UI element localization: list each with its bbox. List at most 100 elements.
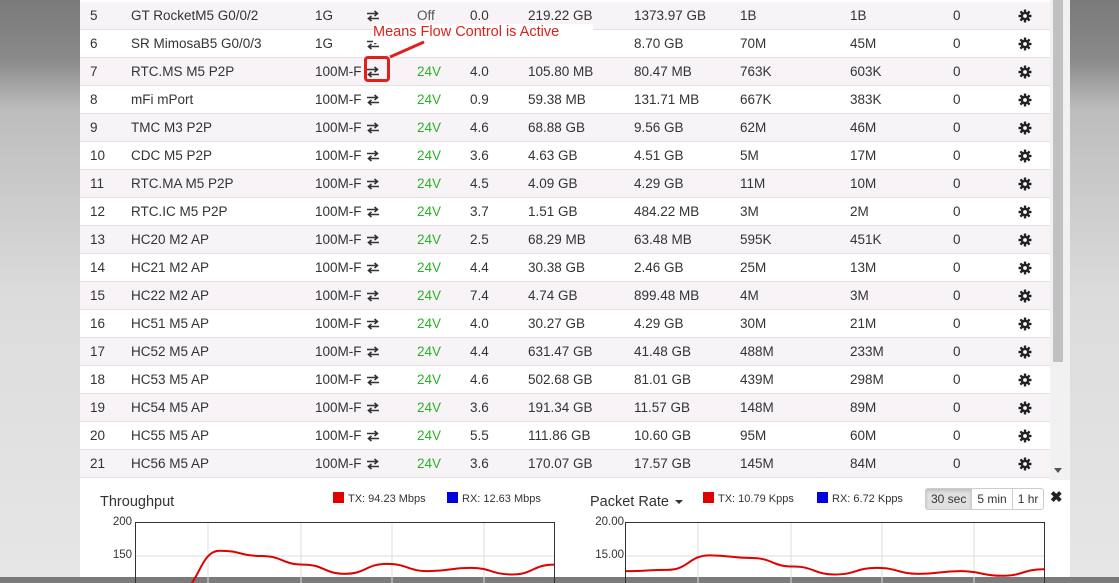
port-speed: 100M-F xyxy=(315,176,362,191)
rx-bytes: 899.48 MB xyxy=(634,288,700,303)
flow-control-icon xyxy=(366,458,380,470)
table-row: 7 RTC.MS M5 P2P 100M-F 24V 4.0 105.80 MB 80.47… xyxy=(80,58,1050,86)
poe-status: 24V xyxy=(417,260,442,275)
tx-packets: 488M xyxy=(740,344,774,359)
port-speed: 100M-F xyxy=(315,288,362,303)
rx-bytes: 1373.97 GB xyxy=(634,8,707,23)
port-speed: 100M-F xyxy=(315,372,362,387)
tx-packets: 595K xyxy=(740,232,772,247)
range-30sec-button[interactable]: 30 sec xyxy=(925,488,973,510)
tx-bytes: 30.38 GB xyxy=(528,260,586,275)
packet-rate-tx-legend: TX: 10.79 Kpps xyxy=(703,492,794,506)
range-1hr-button[interactable]: 1 hr xyxy=(1011,488,1045,510)
packet-rate-title: Packet Rate xyxy=(590,494,669,510)
gear-icon[interactable] xyxy=(1018,401,1032,415)
rx-packets: 45M xyxy=(850,36,877,51)
gear-icon[interactable] xyxy=(1018,65,1032,79)
table-row: 13 HC20 M2 AP 100M-F 24V 2.5 68.29 MB 63.48 MB… xyxy=(80,226,1050,254)
gear-icon[interactable] xyxy=(1018,9,1032,23)
gear-icon[interactable] xyxy=(1018,205,1032,219)
throughput-y-tick: 150 xyxy=(112,549,132,561)
gear-icon[interactable] xyxy=(1018,373,1032,387)
rx-bytes: 80.47 MB xyxy=(634,64,692,79)
close-icon[interactable]: ✖ xyxy=(1050,488,1063,506)
packet-rate-rx-value: RX: 6.72 Kpps xyxy=(832,493,903,505)
tx-bytes: 1.51 GB xyxy=(528,204,578,219)
flow-control-icon xyxy=(366,234,380,246)
poe-status: 24V xyxy=(417,288,442,303)
error-count: 0 xyxy=(953,204,961,219)
port-speed: 100M-F xyxy=(315,92,362,107)
poe-watts: 4.6 xyxy=(470,120,489,135)
time-range-buttons: 30 sec 5 min 1 hr xyxy=(925,488,1045,510)
gear-icon[interactable] xyxy=(1018,149,1032,163)
poe-watts: 3.6 xyxy=(470,148,489,163)
rx-packets: 46M xyxy=(850,120,877,135)
gear-icon[interactable] xyxy=(1018,93,1032,107)
rx-packets: 13M xyxy=(850,260,877,275)
rx-packets: 383K xyxy=(850,92,882,107)
poe-watts: 3.6 xyxy=(470,400,489,415)
scrollbar-thumb[interactable] xyxy=(1053,0,1063,362)
flow-control-icon xyxy=(366,402,380,414)
poe-status: 24V xyxy=(417,232,442,247)
throughput-y-tick: 200 xyxy=(112,516,132,528)
gear-icon[interactable] xyxy=(1018,457,1032,471)
port-speed: 100M-F xyxy=(315,316,362,331)
gear-icon[interactable] xyxy=(1018,345,1032,359)
port-number: 16 xyxy=(90,316,106,331)
packet-rate-tx-line xyxy=(626,554,1044,577)
port-speed: 1G xyxy=(315,36,334,51)
tx-bytes: 191.34 GB xyxy=(528,400,593,415)
rx-bytes: 4.51 GB xyxy=(634,148,684,163)
error-count: 0 xyxy=(953,400,961,415)
port-name: TMC M3 P2P xyxy=(131,120,213,135)
poe-status: 24V xyxy=(417,400,442,415)
packet-rate-dropdown[interactable]: Packet Rate xyxy=(590,494,683,510)
port-number: 14 xyxy=(90,260,106,275)
flow-control-icon xyxy=(366,10,380,22)
port-name: HC20 M2 AP xyxy=(131,232,210,247)
poe-status: 24V xyxy=(417,372,442,387)
gear-icon[interactable] xyxy=(1018,233,1032,247)
table-row: 10 CDC M5 P2P 100M-F 24V 3.6 4.63 GB 4.51 GB 5M… xyxy=(80,142,1050,170)
port-name: RTC.MA M5 P2P xyxy=(131,176,234,191)
range-5min-button[interactable]: 5 min xyxy=(971,488,1013,510)
port-speed: 100M-F xyxy=(315,260,362,275)
port-number: 10 xyxy=(90,148,106,163)
rx-bytes: 4.29 GB xyxy=(634,176,684,191)
port-speed: 100M-F xyxy=(315,120,362,135)
rx-packets: 2M xyxy=(850,204,869,219)
gear-icon[interactable] xyxy=(1018,429,1032,443)
tx-packets: 439M xyxy=(740,372,774,387)
poe-status: 24V xyxy=(417,64,442,79)
flow-control-highlight xyxy=(364,56,390,82)
poe-watts: 0.9 xyxy=(470,92,489,107)
poe-status: 24V xyxy=(417,344,442,359)
tx-bytes: 502.68 GB xyxy=(528,372,593,387)
ports-table: 5 GT RocketM5 G0/0/2 1G Off 0.0 219.22 GB 1373… xyxy=(80,0,1050,480)
port-number: 11 xyxy=(90,176,105,191)
port-speed: 100M-F xyxy=(315,344,362,359)
gear-icon[interactable] xyxy=(1018,177,1032,191)
gear-icon[interactable] xyxy=(1018,37,1032,51)
tx-packets: 30M xyxy=(740,316,767,331)
gear-icon[interactable] xyxy=(1018,121,1032,135)
table-scrollbar[interactable] xyxy=(1050,0,1070,480)
rx-swatch xyxy=(817,492,828,503)
table-row: 16 HC51 M5 AP 100M-F 24V 4.0 30.27 GB 4.29 GB 3… xyxy=(80,310,1050,338)
throughput-rx-legend: RX: 12.63 Mbps xyxy=(447,492,541,506)
tx-bytes: 631.47 GB xyxy=(528,344,593,359)
error-count: 0 xyxy=(953,36,961,51)
rx-bytes: 11.57 GB xyxy=(634,400,691,415)
gear-icon[interactable] xyxy=(1018,317,1032,331)
port-number: 6 xyxy=(90,36,98,51)
scroll-down-arrow-icon[interactable] xyxy=(1054,468,1062,473)
gear-icon[interactable] xyxy=(1018,261,1032,275)
throughput-tx-value: TX: 94.23 Mbps xyxy=(348,493,426,505)
port-number: 21 xyxy=(90,456,106,471)
gear-icon[interactable] xyxy=(1018,289,1032,303)
port-speed: 100M-F xyxy=(315,400,362,415)
port-name: RTC.MS M5 P2P xyxy=(131,64,235,79)
rx-packets: 60M xyxy=(850,428,877,443)
